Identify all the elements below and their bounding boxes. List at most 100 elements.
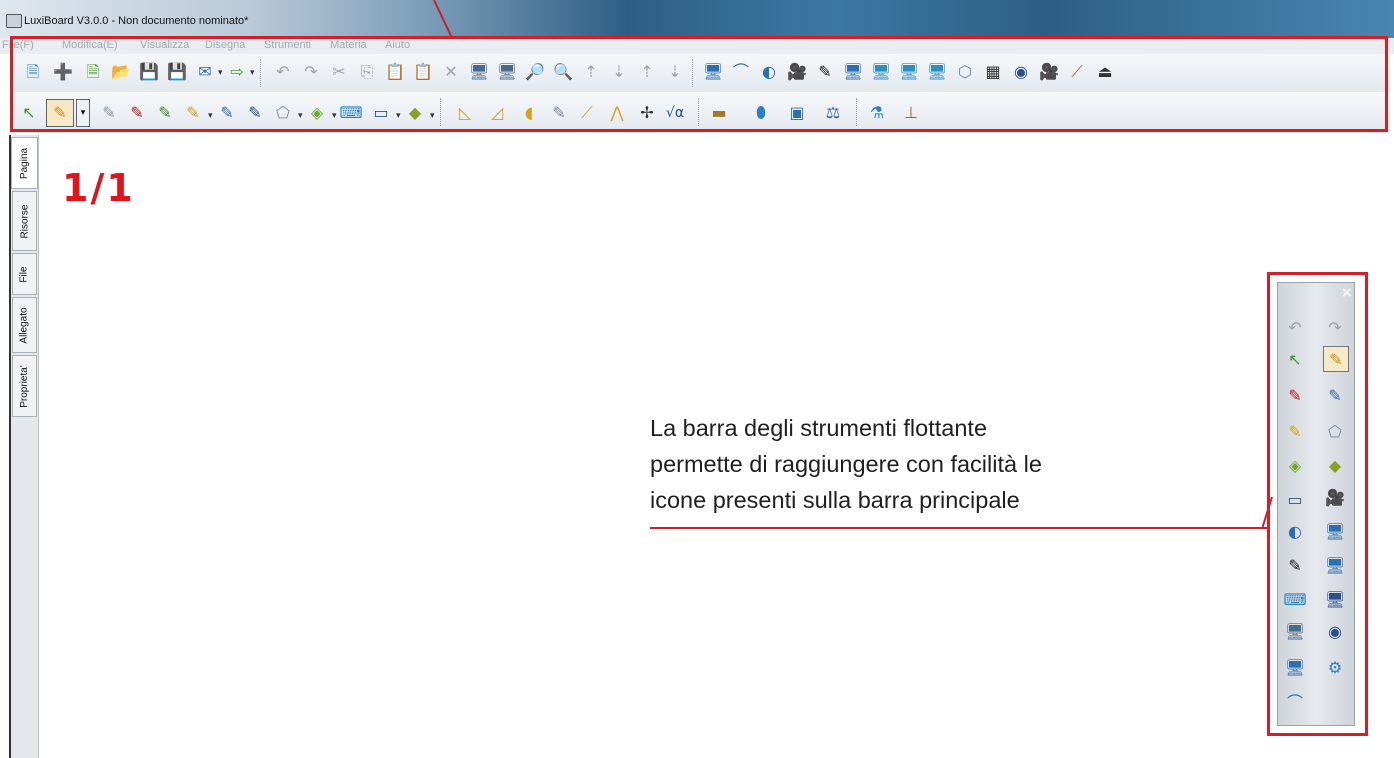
set-square-icon[interactable]: ◿ [486,102,508,124]
eraser-icon[interactable]: ◈ [306,102,328,124]
screen-record-icon[interactable]: 🖥 [870,61,892,83]
redo-icon[interactable]: ↷ [300,61,322,83]
bottom-icon[interactable]: ⇣ [608,61,630,83]
bring-forward-icon[interactable]: ⇡ [636,61,658,83]
tab-risorse[interactable]: Risorse [12,191,37,251]
export-icon[interactable]: ⇨ [226,61,248,83]
cut-icon[interactable]: ✂ [328,61,350,83]
document-camera-icon[interactable]: 🎥 [1038,61,1060,83]
pencil-icon[interactable]: ✎ [98,102,120,124]
rectangle-icon[interactable]: ▭ [370,102,392,124]
3d-shape-icon[interactable]: ◆ [404,102,426,124]
open-folder-icon[interactable]: 📂 [110,61,132,83]
menu-strumenti[interactable]: Strumenti [264,39,311,51]
float-desktop-icon[interactable]: 🖥 [1324,520,1346,542]
calculator-icon[interactable]: ▦ [982,61,1004,83]
blue-pen-icon[interactable]: ✎ [216,102,238,124]
chemistry-icon[interactable]: ⚗ [866,102,888,124]
3d-shape-dropdown-icon[interactable]: ▾ [430,111,435,121]
float-video-camera-icon[interactable]: 🎥 [1324,486,1346,508]
float-shape-icon[interactable]: ⬠ [1324,420,1346,442]
pen-dropdown-icon[interactable]: ▾ [76,99,90,127]
float-fullscreen-icon[interactable]: 🖥 [1284,656,1306,678]
formula-icon[interactable]: √α [664,102,686,124]
fill-pen-icon[interactable]: ✎ [244,102,266,124]
top-icon[interactable]: ⇡ [580,61,602,83]
balance-icon[interactable]: ⚖ [822,102,844,124]
compass-icon[interactable]: ⋀ [606,102,628,124]
menu-file[interactable]: File(F) [2,39,34,51]
tab-allegato[interactable]: Allegato [12,297,37,353]
ruler-icon[interactable]: ⟋ [576,102,598,124]
rainbow-pen-dropdown-icon[interactable]: ▾ [208,111,213,121]
paste-icon[interactable]: 📋 [384,61,406,83]
float-screen-record-icon[interactable]: 🖥 [1324,554,1346,576]
webcam-icon[interactable]: ◉ [1010,61,1032,83]
float-redo-icon[interactable]: ↷ [1324,316,1346,338]
mouse-mode-icon[interactable]: ⌒ [730,61,752,83]
copy-icon[interactable]: ⎘ [356,61,378,83]
eraser-dropdown-icon[interactable]: ▾ [332,111,337,121]
video-camera-icon[interactable]: 🎥 [786,61,808,83]
float-spotlight-icon[interactable]: 🖥 [1324,588,1346,610]
select-arrow-icon[interactable]: ↖ [18,102,40,124]
rectangle-dropdown-icon[interactable]: ▾ [396,111,401,121]
float-mouse-mode-icon[interactable]: ⌒ [1284,690,1306,712]
delete-icon[interactable]: ✕ [440,61,462,83]
desktop-icon[interactable]: 🖥 [842,61,864,83]
new-page-icon[interactable]: 🗎 [22,61,44,83]
float-keyboard-icon[interactable]: ⌨ [1283,588,1306,610]
fullscreen-icon[interactable]: 🖥 [702,61,724,83]
marker-red-icon[interactable]: ✎ [126,102,148,124]
float-marker-red-icon[interactable]: ✎ [1284,384,1306,406]
float-screen-shade-icon[interactable]: 🖥 [1284,620,1306,642]
save-icon[interactable]: 💾 [138,61,160,83]
float-highlighter-icon[interactable]: ✎ [1284,554,1306,576]
zoom-in-icon[interactable]: 🔍 [552,61,574,83]
screen-broadcast-icon[interactable]: 🖥 [898,61,920,83]
lens-icon[interactable]: ⬮ [750,102,772,124]
close-icon[interactable]: × [1341,285,1353,301]
insert-page-icon[interactable]: 🗎 [82,61,104,83]
physics-cart-icon[interactable]: ▬ [708,102,730,124]
menu-aiuto[interactable]: Aiuto [385,39,410,51]
float-select-icon[interactable]: ↖ [1284,348,1306,370]
lab-stand-icon[interactable]: ⊥ [900,102,922,124]
screen-capture-icon[interactable]: ◐ [758,61,780,83]
float-undo-icon[interactable]: ↶ [1284,316,1306,338]
send-backward-icon[interactable]: ⇣ [664,61,686,83]
menu-visualizza[interactable]: Visualizza [140,39,189,51]
save-as-icon[interactable]: 💾 [166,61,188,83]
tab-file[interactable]: File [12,253,37,295]
menu-materia[interactable]: Materia [330,39,367,51]
marker-green-icon[interactable]: ✎ [154,102,176,124]
axis-icon[interactable]: ✢ [636,102,658,124]
mail-dropdown-icon[interactable]: ▾ [218,68,223,78]
undo-icon[interactable]: ↶ [272,61,294,83]
screen-share-icon[interactable]: 🖥 [926,61,948,83]
zoom-out-icon[interactable]: 🔎 [524,61,546,83]
menu-modifica[interactable]: Modifica(E) [62,39,118,51]
float-screen-capture-icon[interactable]: ◐ [1284,520,1306,542]
highlighter-icon[interactable]: ✎ [814,61,836,83]
mail-icon[interactable]: ✉ [194,61,216,83]
exit-icon[interactable]: ⏏ [1094,61,1116,83]
pencil-draw-icon[interactable]: ✎ [548,102,570,124]
tab-pagina[interactable]: Pagina [11,137,38,189]
tab-proprieta[interactable]: Proprieta' [12,355,37,417]
meter-icon[interactable]: ▣ [786,102,808,124]
float-rectangle-icon[interactable]: ▭ [1284,488,1306,510]
float-webcam-icon[interactable]: ◉ [1324,620,1346,642]
shape-tool-icon[interactable]: ⬠ [272,102,294,124]
rainbow-pen-icon[interactable]: ✎ [182,102,204,124]
float-marker-blue-icon[interactable]: ✎ [1324,384,1346,406]
protractor-icon[interactable]: ◖ [518,102,540,124]
float-rainbow-pen-icon[interactable]: ✎ [1284,420,1306,442]
pointer-stick-icon[interactable]: ⟋ [1066,61,1088,83]
add-page-icon[interactable]: ➕ [52,61,74,83]
spotlight-icon[interactable]: 🖥 [496,61,518,83]
export-dropdown-icon[interactable]: ▾ [250,68,255,78]
paste-special-icon[interactable]: 📋 [412,61,434,83]
float-3d-shape-icon[interactable]: ◆ [1324,454,1346,476]
shape-dropdown-icon[interactable]: ▾ [298,111,303,121]
